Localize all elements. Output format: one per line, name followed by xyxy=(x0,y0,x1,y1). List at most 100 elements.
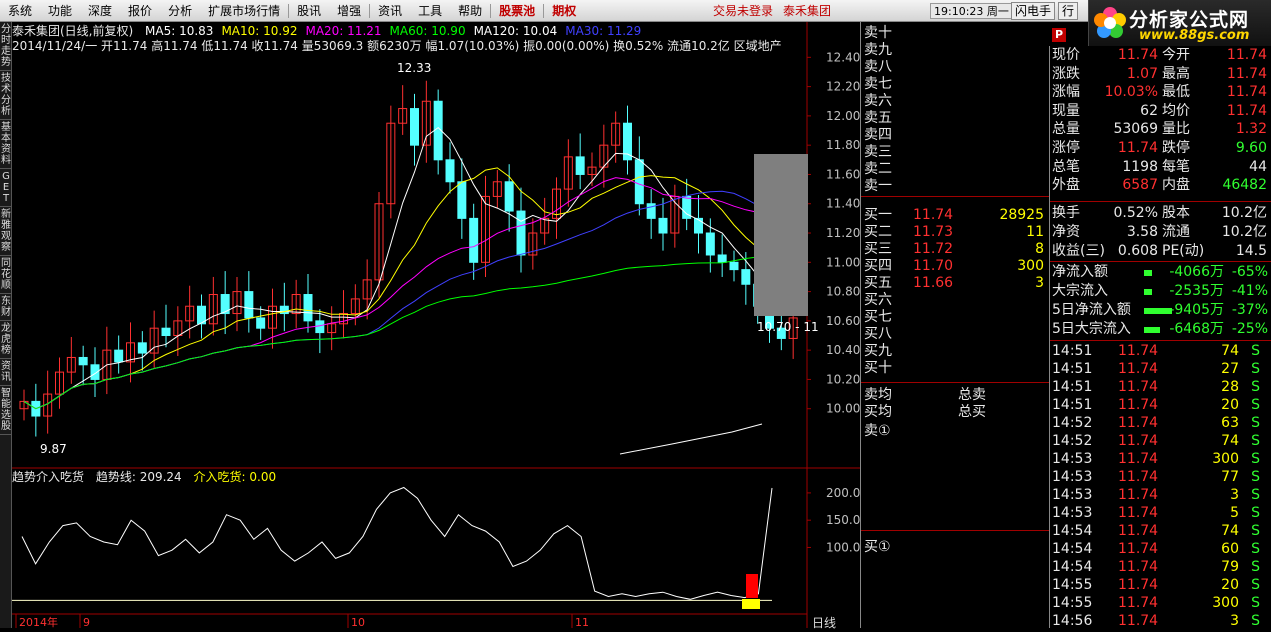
side-tab-6[interactable]: 东财 xyxy=(0,294,12,321)
stat2-value: 10.2亿 xyxy=(1221,205,1267,221)
bid-row[interactable]: 买一 11.74 28925 xyxy=(861,206,1049,224)
ask-row[interactable]: 卖四 xyxy=(861,126,1049,144)
ma-legend-item: MA60: 10.90 xyxy=(389,24,466,38)
stat-label: 内盘 xyxy=(1162,177,1190,194)
flow-label: 5日净流入额 xyxy=(1052,302,1131,318)
bid-volume: 300 xyxy=(1017,258,1044,274)
candle-body xyxy=(410,108,419,146)
ask-label: 卖二 xyxy=(864,161,892,177)
ask-row[interactable]: 卖七 xyxy=(861,75,1049,93)
candle-body xyxy=(445,159,455,183)
flow-value: -9405万 xyxy=(1169,302,1224,318)
bid-row[interactable]: 买七 xyxy=(861,308,1049,326)
menu-item-4[interactable]: 分析 xyxy=(160,0,200,22)
menu-item-10[interactable]: 帮助 xyxy=(450,0,490,22)
side-tab-0[interactable]: 分时走势 xyxy=(0,22,12,71)
bid-label: 买四 xyxy=(864,258,892,274)
ask-row[interactable]: 卖十 xyxy=(861,24,1049,42)
bid-row[interactable]: 买三 11.72 8 xyxy=(861,240,1049,258)
indicator-buy-value: 介入吃货: 0.00 xyxy=(193,470,277,484)
ask-row[interactable]: 卖六 xyxy=(861,92,1049,110)
ask-row[interactable]: 卖一 xyxy=(861,177,1049,195)
ma5-line xyxy=(23,126,794,410)
side-tab-2[interactable]: 基本资料 xyxy=(0,120,12,169)
tick-time: 14:53 xyxy=(1052,451,1093,467)
menu-special-0[interactable]: 股票池 xyxy=(491,0,543,22)
clock: 19:10:23 周一 xyxy=(930,3,1013,19)
tick-time: 14:53 xyxy=(1052,469,1093,485)
sell-one-label[interactable]: 卖① xyxy=(861,422,1049,440)
tick-time: 14:55 xyxy=(1052,595,1093,611)
avg-label: 买均 xyxy=(864,404,892,420)
side-tab-8[interactable]: 资讯 xyxy=(0,359,12,386)
ask-row[interactable]: 卖二 xyxy=(861,160,1049,178)
stat-value: 11.74 xyxy=(1226,84,1267,101)
ask-row[interactable]: 卖九 xyxy=(861,41,1049,59)
bid-volume: 11 xyxy=(1026,224,1044,240)
trend-indicator-line xyxy=(21,486,773,600)
bid-row[interactable]: 买九 xyxy=(861,342,1049,360)
tick-time: 14:52 xyxy=(1052,415,1093,431)
ind-tick-label: 200.0 xyxy=(826,486,860,500)
logo-url: www.88gs.com xyxy=(1139,28,1250,43)
tick-volume: 3 xyxy=(1230,613,1239,629)
chart-title-row: 泰禾集团(日线,前复权) MA5: 10.83 MA10: 10.92 MA20: … xyxy=(12,24,641,38)
bid-row[interactable]: 买八 xyxy=(861,325,1049,343)
book-divider xyxy=(861,196,1049,197)
ask-label: 卖九 xyxy=(864,42,892,58)
stat2-label: 换手 xyxy=(1052,205,1080,221)
menu-item-5[interactable]: 扩展市场行情 xyxy=(200,0,288,22)
stat2-value: 0.608 xyxy=(1117,243,1158,259)
bid-row[interactable]: 买二 11.73 11 xyxy=(861,223,1049,241)
ask-row[interactable]: 卖八 xyxy=(861,58,1049,76)
menu-item-2[interactable]: 深度 xyxy=(80,0,120,22)
tick-time: 14:51 xyxy=(1052,379,1093,395)
side-tab-3[interactable]: GET xyxy=(0,169,12,207)
side-tab-9[interactable]: 智能选股 xyxy=(0,386,12,435)
y-tick-label: 12.00 xyxy=(826,109,860,123)
menu-item-9[interactable]: 工具 xyxy=(410,0,450,22)
stat-value: 11.74 xyxy=(1226,65,1267,82)
ma-legend-item: MA20: 11.21 xyxy=(305,24,382,38)
buy-one-label[interactable]: 买① xyxy=(861,538,1049,556)
kline-chart-area[interactable]: 12.40 12.20 12.00 11.80 11.60 11.40 11.20 11.00… xyxy=(12,22,860,630)
tick-price: 11.74 xyxy=(1118,343,1159,359)
bid-row[interactable]: 买十 xyxy=(861,359,1049,377)
stat-value: 11.74 xyxy=(1226,102,1267,119)
tick-price: 11.74 xyxy=(1118,397,1159,413)
bid-row[interactable]: 买五 11.66 3 xyxy=(861,274,1049,292)
quote-button[interactable]: 行 xyxy=(1058,2,1079,20)
stat2-label: PE(动) xyxy=(1162,243,1205,259)
ma-legend-item: MA10: 10.92 xyxy=(221,24,298,38)
side-tab-7[interactable]: 龙虎榜 xyxy=(0,321,12,359)
ask-row[interactable]: 卖三 xyxy=(861,143,1049,161)
bid-row[interactable]: 买六 xyxy=(861,291,1049,309)
menu-special-1[interactable]: 期权 xyxy=(544,0,584,22)
stat-label: 外盘 xyxy=(1052,177,1080,194)
bid-volume: 8 xyxy=(1035,241,1044,257)
tick-side: S xyxy=(1251,451,1260,467)
side-tab-1[interactable]: 技术分析 xyxy=(0,71,12,120)
menu-item-1[interactable]: 功能 xyxy=(40,0,80,22)
tick-volume: 60 xyxy=(1221,541,1239,557)
tick-time: 14:51 xyxy=(1052,397,1093,413)
bid-price: 11.66 xyxy=(913,275,954,291)
stat-label: 涨跌 xyxy=(1052,65,1080,82)
tick-volume: 79 xyxy=(1221,559,1239,575)
flash-trade-button[interactable]: 闪电手 xyxy=(1011,2,1056,20)
ma120-line xyxy=(619,423,763,455)
login-status[interactable]: 交易未登录 xyxy=(713,4,773,18)
side-tab-5[interactable]: 同花顺 xyxy=(0,256,12,294)
menu-item-8[interactable]: 资讯 xyxy=(370,0,410,22)
menu-item-0[interactable]: 系统 xyxy=(0,0,40,22)
ask-row[interactable]: 卖五 xyxy=(861,109,1049,127)
menu-item-6[interactable]: 股讯 xyxy=(289,0,329,22)
menu-item-3[interactable]: 报价 xyxy=(120,0,160,22)
flow-bar xyxy=(1144,308,1172,314)
bid-row[interactable]: 买四 11.70 300 xyxy=(861,257,1049,275)
stat2-value: 3.58 xyxy=(1126,224,1158,240)
chart-canvas[interactable]: 12.40 12.20 12.00 11.80 11.60 11.40 11.20 11.00… xyxy=(12,22,860,629)
side-tab-4[interactable]: 新雅观察 xyxy=(0,207,12,256)
menu-item-7[interactable]: 增强 xyxy=(329,0,369,22)
stat2-value: 14.5 xyxy=(1235,243,1267,259)
